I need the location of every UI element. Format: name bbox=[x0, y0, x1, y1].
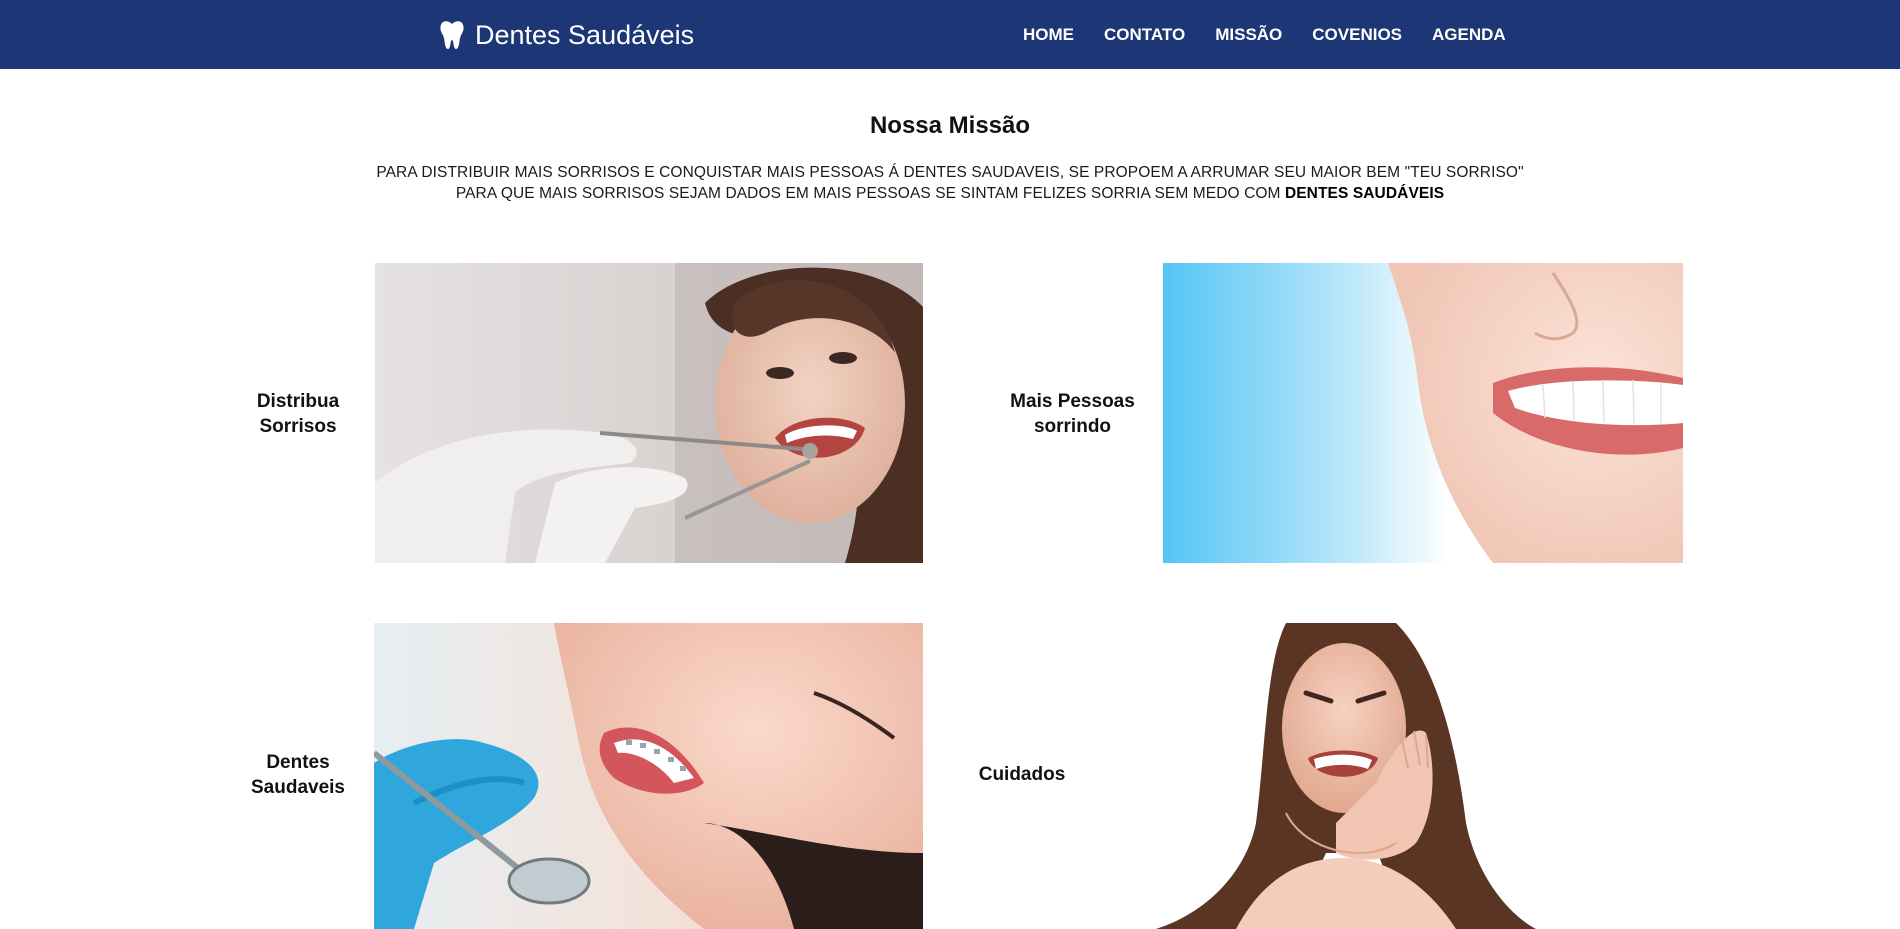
nav-contato[interactable]: CONTATO bbox=[1089, 24, 1200, 46]
mission-text: PARA DISTRIBUIR MAIS SORRISOS E CONQUIST… bbox=[0, 162, 1900, 204]
feature-label-distribua: Distribua Sorrisos bbox=[238, 389, 358, 439]
tooth-icon bbox=[439, 20, 465, 50]
brand-name: Dentes Saudáveis bbox=[475, 19, 695, 50]
feature-label-line: Mais Pessoas bbox=[1010, 391, 1135, 412]
brand-link[interactable]: Dentes Saudáveis bbox=[439, 18, 694, 52]
feature-label-mais-pessoas: Mais Pessoas sorrindo bbox=[1000, 389, 1145, 439]
photo-toothache bbox=[1136, 623, 1566, 929]
navbar: Dentes Saudáveis HOME CONTATO MISSÃO COV… bbox=[0, 0, 1900, 69]
mission-brand-emphasis: DENTES SAUDÁVEIS bbox=[1284, 185, 1445, 202]
feature-label-line: Saudaveis bbox=[251, 777, 345, 798]
mission-title: Nossa Missão bbox=[869, 112, 1031, 139]
nav-home[interactable]: HOME bbox=[1008, 24, 1089, 46]
feature-label-line: Distribua bbox=[256, 391, 340, 412]
feature-label-line: Cuidados bbox=[978, 764, 1066, 785]
nav-agenda[interactable]: AGENDA bbox=[1417, 24, 1521, 46]
photo-braces-treatment bbox=[374, 623, 923, 929]
nav-covenios[interactable]: COVENIOS bbox=[1297, 24, 1417, 46]
mission-line-1: PARA DISTRIBUIR MAIS SORRISOS E CONQUIST… bbox=[376, 164, 1524, 181]
feature-label-line: Dentes bbox=[266, 752, 330, 773]
mission-line-2-text: PARA QUE MAIS SORRISOS SEJAM DADOS EM MA… bbox=[455, 185, 1285, 202]
feature-label-line: sorrindo bbox=[1033, 416, 1112, 437]
feature-label-cuidados: Cuidados bbox=[972, 762, 1072, 787]
photo-smile-closeup bbox=[1163, 263, 1683, 563]
feature-label-dentes-saudaveis: Dentes Saudaveis bbox=[238, 750, 358, 800]
mission-line-2: PARA QUE MAIS SORRISOS SEJAM DADOS EM MA… bbox=[0, 183, 1900, 204]
main-nav: HOME CONTATO MISSÃO COVENIOS AGENDA bbox=[1008, 24, 1521, 46]
nav-missao[interactable]: MISSÃO bbox=[1200, 24, 1297, 46]
photo-dentist-exam bbox=[375, 263, 923, 563]
feature-label-line: Sorrisos bbox=[259, 416, 337, 437]
